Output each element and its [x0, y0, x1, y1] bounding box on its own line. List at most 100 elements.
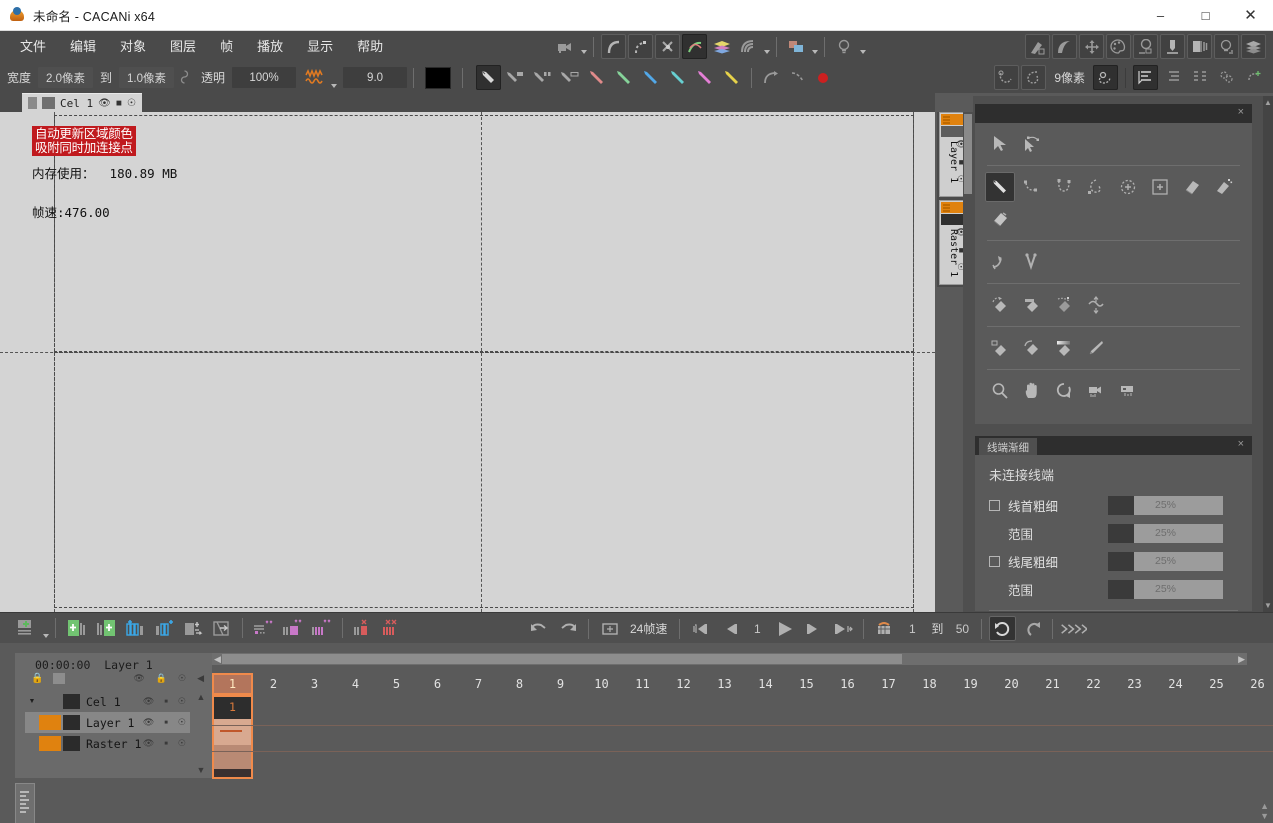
- frame-cell[interactable]: 18: [909, 673, 950, 695]
- camera-icon[interactable]: [553, 34, 578, 59]
- lightbulb-icon[interactable]: [832, 34, 857, 59]
- canvas-scroll-thumb[interactable]: [964, 114, 972, 194]
- layer-row-layer-1[interactable]: Layer 1 👁 ■ ☉: [25, 712, 190, 733]
- dot-icon[interactable]: ■: [164, 720, 168, 726]
- snap-point-icon[interactable]: [1093, 65, 1118, 90]
- bulb-icon[interactable]: ☉: [178, 738, 186, 749]
- freeform-icon[interactable]: [1081, 172, 1111, 202]
- menu-playback[interactable]: 播放: [245, 31, 295, 62]
- shape-overlap-caret[interactable]: [812, 50, 818, 54]
- menu-edit[interactable]: 编辑: [58, 31, 108, 62]
- pen-cyan[interactable]: [665, 65, 690, 90]
- frame-cell[interactable]: 3: [294, 673, 335, 695]
- bulb-icon[interactable]: ☉: [178, 717, 186, 728]
- fps-icon[interactable]: [596, 616, 623, 641]
- bulb-icon[interactable]: ☉: [127, 98, 136, 109]
- wave-value-field[interactable]: 9.0: [343, 67, 408, 88]
- undo-icon[interactable]: [525, 616, 552, 641]
- pen-tool-3[interactable]: [530, 65, 555, 90]
- timeline-side-tab[interactable]: [15, 783, 35, 823]
- loop-icon[interactable]: [989, 616, 1017, 641]
- frame-view-icon[interactable]: [1113, 376, 1143, 406]
- right-dock-scrollbar[interactable]: ▲ ▼: [1263, 96, 1273, 612]
- align-3-icon[interactable]: [1187, 65, 1212, 90]
- eye-icon[interactable]: 👁: [143, 696, 154, 707]
- eye-icon[interactable]: 👁: [133, 673, 144, 684]
- frame-cell[interactable]: 6: [417, 673, 458, 695]
- frame-cell[interactable]: 10: [581, 673, 622, 695]
- layer-1-color-swatch[interactable]: [39, 715, 61, 730]
- shift-frames-icon[interactable]: [208, 616, 235, 641]
- split-stroke-icon[interactable]: [1017, 247, 1047, 277]
- menu-layer[interactable]: 图层: [158, 31, 208, 62]
- shape-overlap-icon[interactable]: [784, 34, 809, 59]
- frame-cell[interactable]: 2: [253, 673, 294, 695]
- align-1-icon[interactable]: [1133, 65, 1158, 90]
- frame-cell[interactable]: 19: [950, 673, 991, 695]
- layers-stack-icon[interactable]: [709, 34, 734, 59]
- cel-tab-1[interactable]: Cel 1 👁 ■ ☉: [22, 93, 142, 112]
- layer-list-scrollbar[interactable]: ▲ ▼: [192, 691, 210, 776]
- current-frame-value[interactable]: 1: [744, 622, 770, 636]
- fill-line-icon[interactable]: [1017, 290, 1047, 320]
- frame-cell[interactable]: 14: [745, 673, 786, 695]
- thumb-column-icon[interactable]: [53, 673, 66, 684]
- track-cell-cel[interactable]: 1: [212, 695, 253, 719]
- lightbulb-caret[interactable]: [860, 50, 866, 54]
- range-to-value[interactable]: 50: [949, 622, 975, 636]
- frame-cell[interactable]: 12: [663, 673, 704, 695]
- timeline-frame-ruler[interactable]: 1 2 3 4 5 6 7 8 9 10 11 12 13 14 15 16 17 18 19 20 21 22 23 24 2…: [212, 673, 1273, 695]
- raster-1-color-swatch[interactable]: [39, 736, 61, 751]
- frame-cell[interactable]: 24: [1155, 673, 1196, 695]
- opacity-field[interactable]: 100%: [232, 67, 297, 88]
- add-point-circle-icon[interactable]: [1113, 172, 1143, 202]
- maximize-button[interactable]: □: [1183, 0, 1228, 31]
- frame-cell[interactable]: 8: [499, 673, 540, 695]
- frame-cell[interactable]: 9: [540, 673, 581, 695]
- layer-scroll-up-icon[interactable]: ▲: [192, 691, 210, 702]
- tail-range-slider[interactable]: 25%: [1108, 579, 1223, 599]
- track-cell-raster[interactable]: [212, 745, 253, 769]
- tail-thickness-checkbox[interactable]: [989, 555, 1000, 567]
- sweep-icon[interactable]: [1052, 34, 1077, 59]
- insert-layer-green-icon[interactable]: [92, 616, 119, 641]
- scroll-up-arrow-icon[interactable]: ▲: [1263, 98, 1273, 107]
- fast-forward-icon[interactable]: [1060, 616, 1088, 641]
- dot-icon[interactable]: ■: [164, 741, 168, 747]
- link-icon[interactable]: [174, 69, 194, 86]
- camera-dropdown-caret[interactable]: [581, 50, 587, 54]
- palette-icon[interactable]: [1106, 34, 1131, 59]
- align-5-icon[interactable]: [1241, 65, 1266, 90]
- pen-green[interactable]: [611, 65, 636, 90]
- menu-file[interactable]: 文件: [8, 31, 58, 62]
- insert-frames-blue-icon[interactable]: [150, 616, 177, 641]
- magic-fill-icon[interactable]: [1049, 290, 1079, 320]
- collapse-arrow-icon[interactable]: ◀: [197, 673, 204, 684]
- move-icon[interactable]: [1079, 34, 1104, 59]
- eyedropper-icon[interactable]: [1081, 333, 1111, 363]
- track-cell-layer[interactable]: [212, 719, 253, 745]
- head-range-slider[interactable]: 25%: [1108, 523, 1223, 543]
- wave-profile-caret[interactable]: [331, 84, 338, 88]
- eraser-icon[interactable]: [1177, 172, 1207, 202]
- paint-bucket-icon[interactable]: [985, 204, 1015, 234]
- snap-loop-icon[interactable]: [994, 65, 1020, 90]
- align-2-icon[interactable]: [1160, 65, 1185, 90]
- pan-hand-icon[interactable]: [1017, 376, 1047, 406]
- frame-cell[interactable]: 26: [1237, 673, 1273, 695]
- timeline-scroll-thumb[interactable]: [222, 654, 902, 664]
- layer-row-raster-1[interactable]: Raster 1 👁 ■ ☉: [25, 733, 190, 754]
- record-dot-icon[interactable]: [818, 72, 829, 83]
- prev-frame-icon[interactable]: [716, 616, 743, 641]
- wave-profile-icon[interactable]: [303, 65, 328, 90]
- onion-skin-caret[interactable]: [764, 50, 770, 54]
- inbetween-block-icon[interactable]: [279, 616, 306, 641]
- node-select-icon[interactable]: [1017, 129, 1047, 159]
- color-curve-icon[interactable]: [682, 34, 707, 59]
- paint-region-icon[interactable]: [1133, 34, 1158, 59]
- delete-frame-icon[interactable]: [350, 616, 377, 641]
- close-button[interactable]: ✕: [1228, 0, 1273, 31]
- pen-magenta[interactable]: [692, 65, 717, 90]
- align-4-icon[interactable]: [1214, 65, 1239, 90]
- arc-nodes-icon[interactable]: [1049, 172, 1079, 202]
